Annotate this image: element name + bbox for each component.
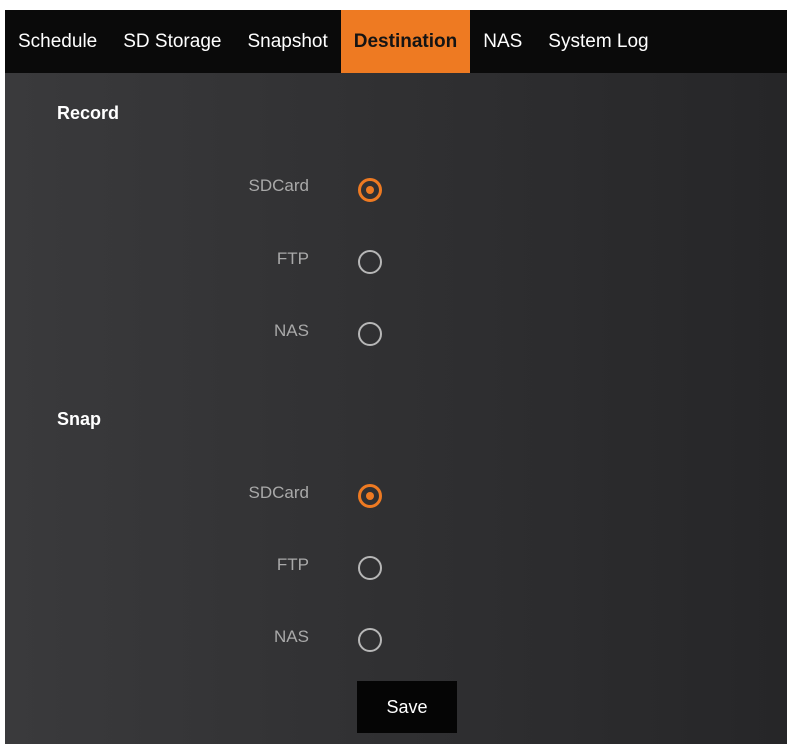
record-ftp-radio[interactable] bbox=[358, 250, 382, 274]
snap-section-title: Snap bbox=[57, 409, 102, 429]
snap-nas-radio[interactable] bbox=[358, 628, 382, 652]
save-button[interactable]: Save bbox=[357, 681, 457, 733]
record-sdcard-label: SDCard bbox=[248, 176, 309, 195]
tab-bar: Schedule SD Storage Snapshot Destination… bbox=[5, 10, 787, 73]
snap-nas-label: NAS bbox=[274, 627, 309, 646]
record-section-title: Record bbox=[57, 103, 120, 123]
record-ftp-label: FTP bbox=[276, 249, 309, 268]
tab-snapshot[interactable]: Snapshot bbox=[234, 10, 340, 73]
tab-system-log[interactable]: System Log bbox=[535, 10, 661, 73]
record-nas-radio[interactable] bbox=[358, 322, 382, 346]
tab-sd-storage[interactable]: SD Storage bbox=[110, 10, 234, 73]
snap-sdcard-label: SDCard bbox=[248, 483, 309, 502]
snap-sdcard-radio[interactable] bbox=[358, 484, 382, 508]
record-sdcard-radio[interactable] bbox=[358, 178, 382, 202]
snap-ftp-label: FTP bbox=[276, 555, 309, 574]
tab-schedule[interactable]: Schedule bbox=[5, 10, 110, 73]
tab-destination[interactable]: Destination bbox=[340, 10, 471, 73]
snap-ftp-radio[interactable] bbox=[358, 556, 382, 580]
record-nas-label: NAS bbox=[274, 321, 309, 340]
tab-nas[interactable]: NAS bbox=[470, 10, 535, 73]
destination-panel: Schedule SD Storage Snapshot Destination… bbox=[5, 10, 787, 744]
